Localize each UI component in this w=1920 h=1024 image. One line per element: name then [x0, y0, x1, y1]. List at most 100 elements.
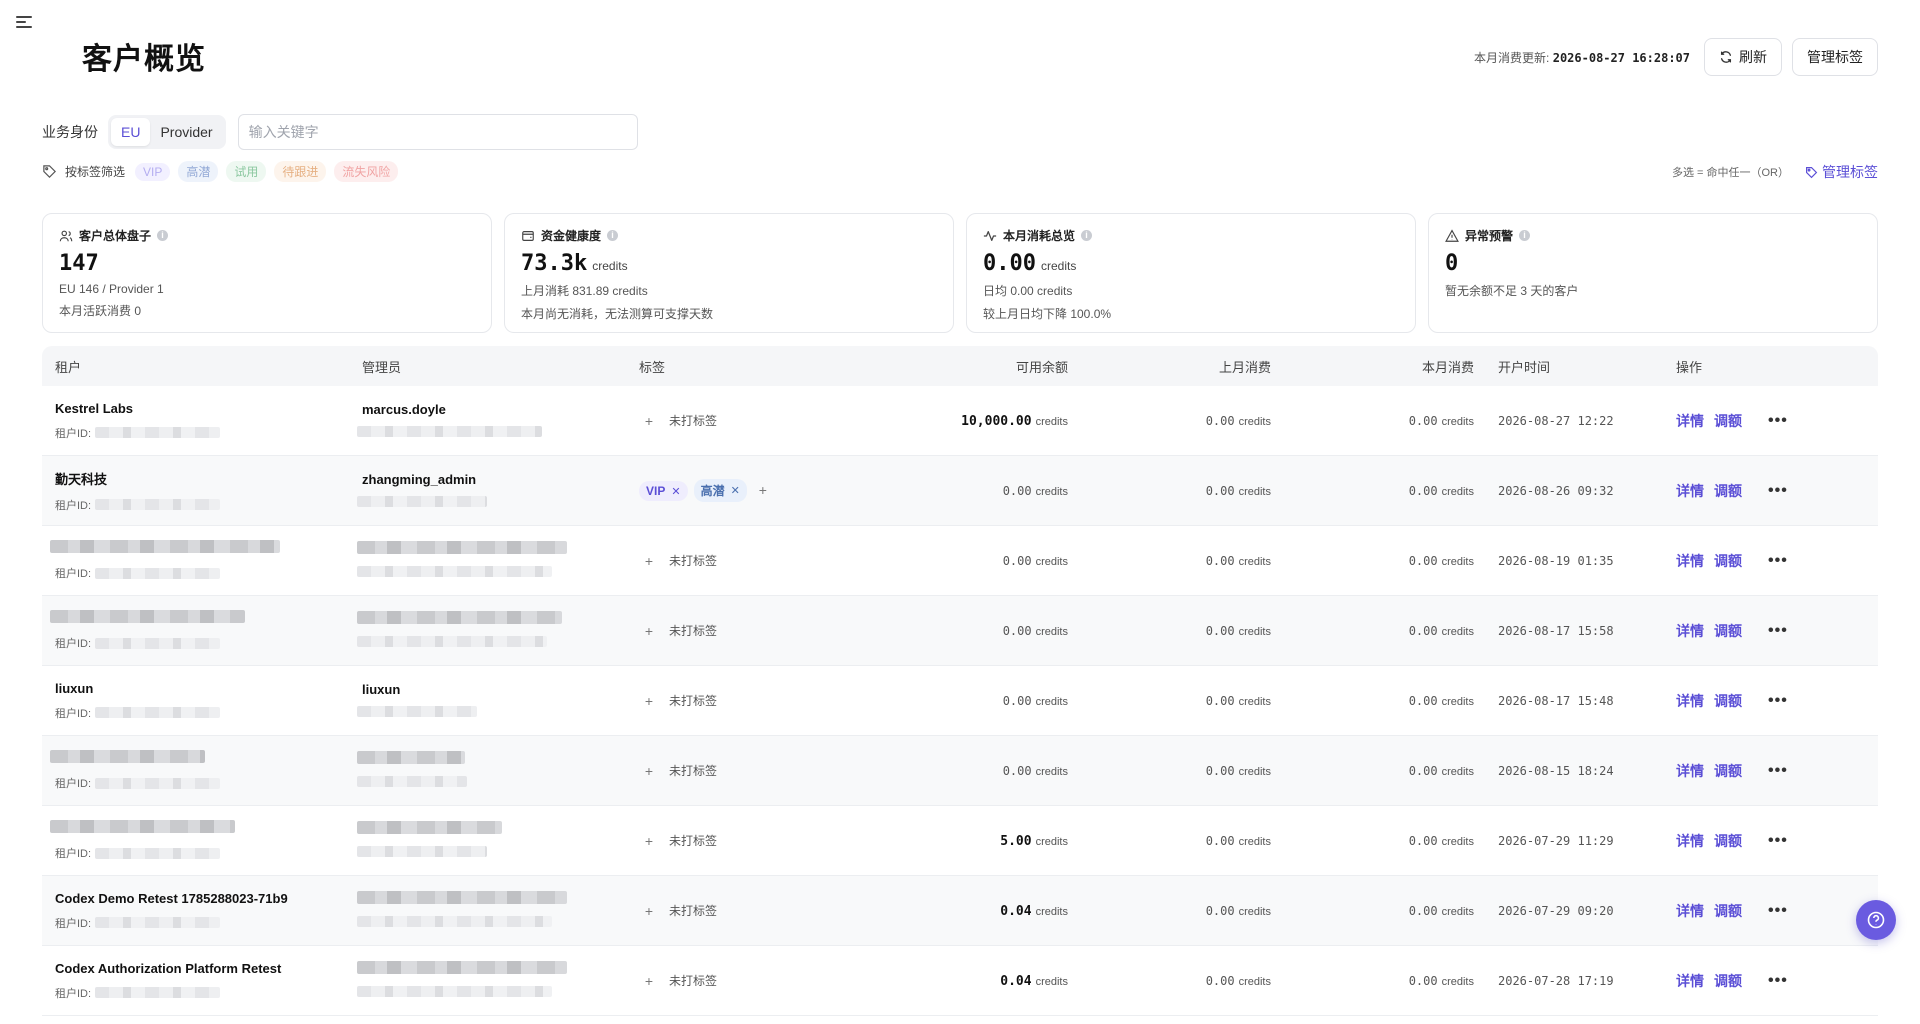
remove-tag-icon[interactable]: ✕	[731, 484, 740, 497]
more-icon[interactable]: •••	[1768, 412, 1788, 430]
alert-icon	[1445, 228, 1459, 242]
tenant-name[interactable]: Kestrel Labs	[55, 401, 354, 416]
table-row[interactable]: liuxun 租户ID: liuxun + 未打标签 0.00 credits 0.0…	[42, 666, 1878, 736]
more-icon[interactable]: •••	[1768, 762, 1788, 780]
col-tags[interactable]: 标签	[631, 357, 871, 376]
card-value: 0	[1445, 251, 1459, 276]
chip-churn-risk[interactable]: 流失风险	[334, 161, 399, 182]
card-value: 73.3k	[521, 251, 588, 276]
add-tag-icon[interactable]: +	[639, 901, 659, 921]
card-fund-health: 资金健康度 i 73.3k credits 上月消耗 831.89 credits…	[504, 213, 954, 333]
redacted-name	[50, 750, 205, 763]
detail-link[interactable]: 详情	[1676, 831, 1704, 851]
chip-vip[interactable]: VIP	[135, 162, 171, 181]
page-title: 客户概览	[82, 43, 206, 76]
manage-tags-button[interactable]: 管理标签	[1792, 38, 1878, 76]
card-customers: 客户总体盘子 i 147 EU 146 / Provider 1 本月活跃消费 …	[42, 213, 492, 333]
table-row[interactable]: Kestrel Labs 租户ID: marcus.doyle + 未打标签 10,…	[42, 386, 1878, 456]
opened-date: 2026-08-27 12:22	[1498, 414, 1614, 428]
add-tag-icon[interactable]: +	[639, 761, 659, 781]
remove-tag-icon[interactable]: ✕	[671, 485, 680, 498]
add-tag-icon[interactable]: +	[639, 971, 659, 991]
redacted-id	[95, 777, 221, 789]
adjust-link[interactable]: 调额	[1714, 831, 1742, 851]
chip-follow-up[interactable]: 待跟进	[274, 161, 327, 182]
users-icon	[59, 230, 73, 241]
tenant-id: 租户ID:	[55, 497, 354, 513]
redacted-admin	[357, 541, 567, 554]
col-opened[interactable]: 开户时间	[1474, 357, 1676, 376]
add-tag-icon[interactable]: +	[639, 621, 659, 641]
table-row[interactable]: 租户ID: + 未打标签 5.00 credits 0.00 credits 0.00…	[42, 806, 1878, 876]
adjust-link[interactable]: 调额	[1714, 971, 1742, 991]
adjust-link[interactable]: 调额	[1714, 901, 1742, 921]
table-row[interactable]: Codex Authorization Platform Retest 租户ID:…	[42, 946, 1878, 1016]
add-tag-icon[interactable]: +	[639, 551, 659, 571]
help-button[interactable]	[1856, 900, 1896, 940]
col-balance[interactable]: 可用余额	[871, 357, 1068, 376]
tenant-id: 租户ID:	[55, 635, 354, 651]
detail-link[interactable]: 详情	[1676, 691, 1704, 711]
detail-link[interactable]: 详情	[1676, 971, 1704, 991]
adjust-link[interactable]: 调额	[1714, 691, 1742, 711]
refresh-button[interactable]: 刷新	[1704, 38, 1782, 76]
redacted-id	[95, 499, 221, 510]
table-row[interactable]: Codex Demo Retest 1785288023-71b9 租户ID: +…	[42, 876, 1878, 946]
chip-high-potential[interactable]: 高潜	[178, 161, 219, 182]
table-row[interactable]: 租户ID: + 未打标签 0.00 credits 0.00 credits 0.00…	[42, 526, 1878, 596]
search-input[interactable]	[237, 114, 638, 150]
detail-link[interactable]: 详情	[1676, 901, 1704, 921]
col-last-month[interactable]: 上月消费	[1068, 357, 1271, 376]
more-icon[interactable]: •••	[1768, 692, 1788, 710]
chip-trial[interactable]: 试用	[226, 161, 267, 182]
detail-link[interactable]: 详情	[1676, 551, 1704, 571]
adjust-link[interactable]: 调额	[1714, 551, 1742, 571]
activity-icon	[983, 230, 997, 241]
table-row[interactable]: 租户ID: + 未打标签 0.00 credits 0.00 credits 0.00…	[42, 736, 1878, 806]
table-row[interactable]: 租户ID: + 未打标签 0.00 credits 0.00 credits 0.00…	[42, 596, 1878, 666]
more-icon[interactable]: •••	[1768, 552, 1788, 570]
last-month-value: 0.00	[1205, 624, 1235, 638]
menu-icon[interactable]	[16, 16, 32, 30]
detail-link[interactable]: 详情	[1676, 411, 1704, 431]
seg-provider[interactable]: Provider	[150, 118, 222, 146]
more-icon[interactable]: •••	[1768, 972, 1788, 990]
more-icon[interactable]: •••	[1768, 832, 1788, 850]
more-icon[interactable]: •••	[1768, 622, 1788, 640]
this-month-value: 0.00	[1408, 624, 1438, 638]
no-tag-text: 未打标签	[669, 974, 718, 988]
adjust-link[interactable]: 调额	[1714, 621, 1742, 641]
add-tag-icon[interactable]: +	[753, 480, 773, 500]
add-tag-icon[interactable]: +	[639, 691, 659, 711]
seg-eu[interactable]: EU	[111, 118, 151, 146]
detail-link[interactable]: 详情	[1676, 761, 1704, 781]
tenant-id: 租户ID:	[55, 915, 354, 931]
this-month-value: 0.00	[1408, 974, 1438, 988]
balance-value: 0.00	[1002, 764, 1032, 778]
add-tag-icon[interactable]: +	[639, 831, 659, 851]
balance-value: 0.04	[1000, 903, 1032, 919]
col-tenant[interactable]: 租户	[42, 357, 354, 376]
adjust-link[interactable]: 调额	[1714, 761, 1742, 781]
col-admin[interactable]: 管理员	[354, 357, 631, 376]
customer-table: 租户 管理员 标签 可用余额 上月消费 本月消费 开户时间 操作 Kestrel…	[42, 346, 1878, 1016]
tenant-name[interactable]: liuxun	[55, 681, 354, 696]
more-icon[interactable]: •••	[1768, 902, 1788, 920]
tenant-name[interactable]: Codex Demo Retest 1785288023-71b9	[55, 891, 354, 906]
detail-link[interactable]: 详情	[1676, 621, 1704, 641]
no-tag-text: 未打标签	[669, 554, 718, 568]
more-icon[interactable]: •••	[1768, 482, 1788, 500]
adjust-link[interactable]: 调额	[1714, 411, 1742, 431]
table-row[interactable]: 勤天科技 租户ID: zhangming_admin VIP ✕ 高潜 ✕ + 0.00 c…	[42, 456, 1878, 526]
tenant-name[interactable]: Codex Authorization Platform Retest	[55, 961, 354, 976]
last-month-value: 0.00	[1205, 554, 1235, 568]
manage-tags-link[interactable]: 管理标签	[1805, 162, 1878, 182]
redacted-id	[95, 707, 221, 718]
tenant-name[interactable]: 勤天科技	[55, 469, 354, 488]
redacted-id	[95, 427, 221, 438]
add-tag-icon[interactable]: +	[639, 411, 659, 431]
last-month-value: 0.00	[1205, 974, 1235, 988]
detail-link[interactable]: 详情	[1676, 481, 1704, 501]
adjust-link[interactable]: 调额	[1714, 481, 1742, 501]
col-this-month[interactable]: 本月消费	[1271, 357, 1474, 376]
